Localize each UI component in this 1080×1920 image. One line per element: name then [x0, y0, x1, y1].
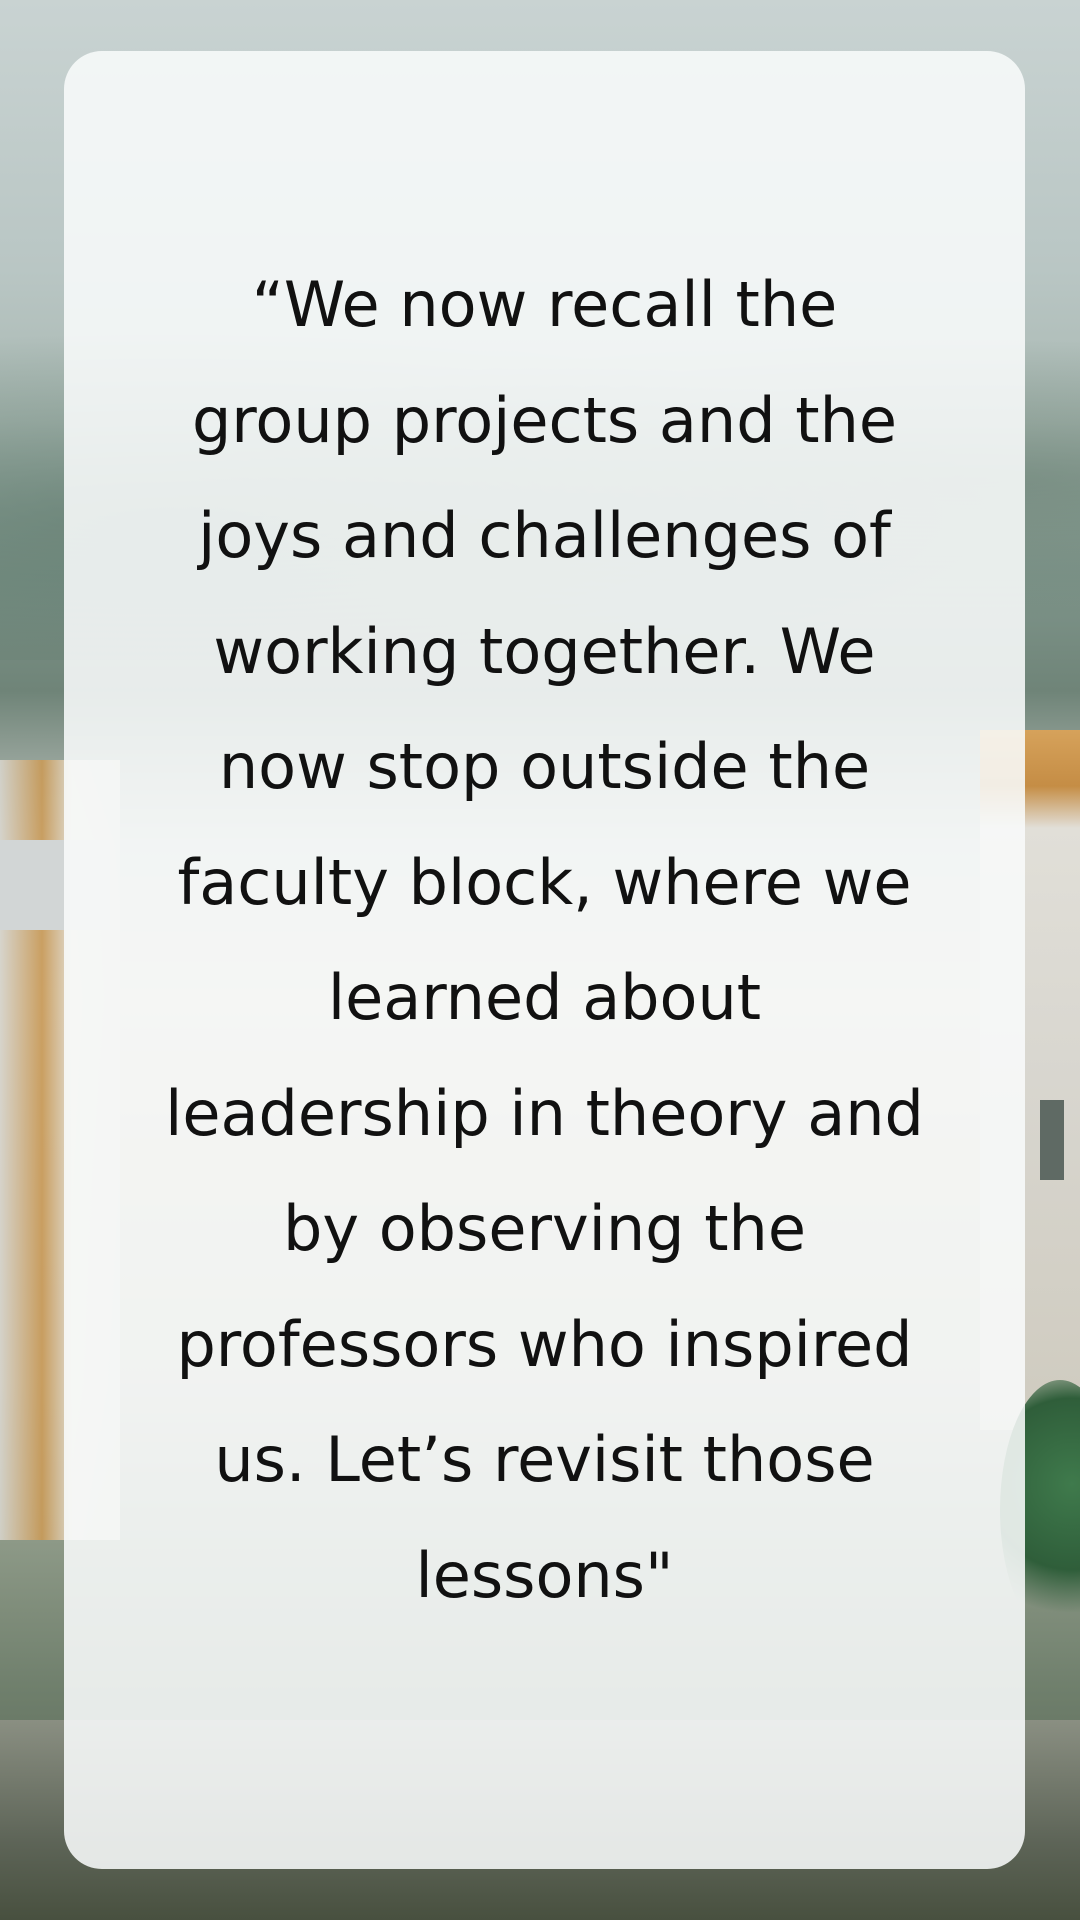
quote-line: professors who inspired [176, 1307, 913, 1381]
quote-line: us. Let’s revisit those [214, 1423, 875, 1496]
quote-line: faculty block, where we [177, 845, 912, 919]
quote-line: learned about [327, 961, 762, 1034]
background-window [1040, 1100, 1064, 1180]
quote-line: joys and challenges of [198, 499, 891, 572]
quote-line: working together. We [213, 614, 876, 688]
quote-line: leadership in theory and [165, 1076, 924, 1150]
quote-line: now stop outside the [218, 730, 871, 803]
quote-line: by observing the [282, 1192, 806, 1265]
quote-line: lessons" [415, 1538, 674, 1612]
quote-card: “We now recall the group projects and th… [64, 51, 1025, 1869]
quote-line: “We now recall the [251, 268, 838, 341]
quote-text: “We now recall the group projects and th… [145, 247, 945, 1633]
quote-line: group projects and the [191, 383, 898, 457]
